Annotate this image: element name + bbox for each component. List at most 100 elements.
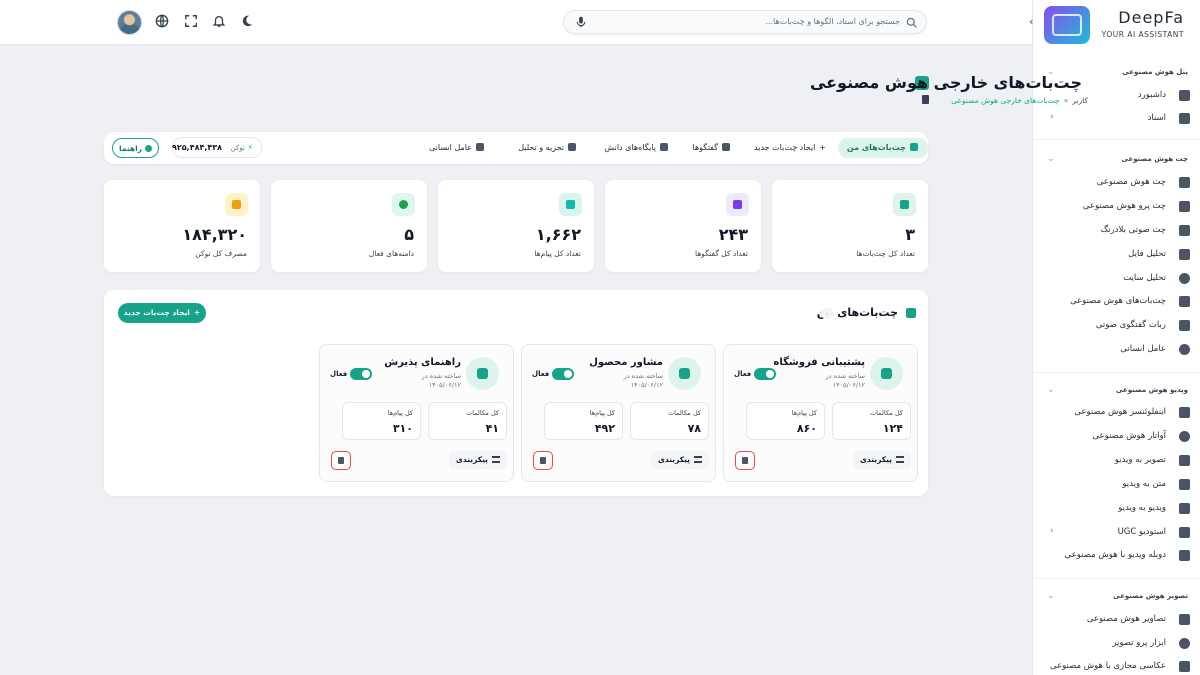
sidebar-item-label: ابزار پرو تصویر xyxy=(1112,638,1166,648)
breadcrumb: کاربر»چت‌بات‌های خارجی هوش مصنوعی xyxy=(951,96,1088,105)
metric-conversations: کل مکالمات ۷۸ xyxy=(630,402,709,440)
studio-icon xyxy=(1179,527,1190,538)
sidebar-item-label: تحلیل سایت xyxy=(1123,273,1166,283)
status-toggle[interactable] xyxy=(350,368,372,380)
tab-create-chatbot[interactable]: +ایجاد چت‌بات جدید xyxy=(754,138,826,158)
my-chatbots-panel: چت‌بات‌های من ۰ +ایجاد چت‌بات جدید پشتیب… xyxy=(104,290,928,496)
user-icon xyxy=(922,95,929,104)
search-input[interactable]: جستجو برای اسناد، الگوها و چت‌بات‌ها... xyxy=(765,17,900,26)
globe-icon[interactable] xyxy=(155,14,169,28)
stat-value: ۵ xyxy=(404,225,414,244)
created-label: ساخته شده در xyxy=(825,372,865,380)
sidebar-item-label: آواتار هوش مصنوعی xyxy=(1092,431,1166,441)
sidebar-item-ai-chat-pro[interactable]: چت پرو هوش مصنوعی xyxy=(1033,196,1200,218)
tab-my-chatbots[interactable]: چت‌بات‌های من xyxy=(838,138,928,158)
delete-button[interactable] xyxy=(533,451,553,470)
configure-button[interactable]: پیکربندی xyxy=(853,451,911,469)
robot-icon xyxy=(1179,296,1190,307)
tab-analytics[interactable]: تجزیه و تحلیل xyxy=(518,138,576,158)
sidebar-item-text-to-video[interactable]: متن به ویدیو xyxy=(1033,474,1200,496)
breadcrumb-current: چت‌بات‌های خارجی هوش مصنوعی xyxy=(951,96,1060,105)
sidebar-item-documents[interactable]: › اسناد xyxy=(1033,108,1200,130)
help-icon xyxy=(145,145,152,152)
created-date: ۱۴۰۵/۰۶/۱۲ xyxy=(832,381,865,389)
bell-icon[interactable] xyxy=(212,14,226,28)
chevron-down-icon[interactable]: ⌄ xyxy=(1047,154,1055,164)
message-icon xyxy=(559,193,582,216)
status-toggle[interactable] xyxy=(552,368,574,380)
configure-button[interactable]: پیکربندی xyxy=(449,451,507,469)
dashboard-icon xyxy=(1179,90,1190,101)
configure-button[interactable]: پیکربندی xyxy=(651,451,709,469)
sidebar-item-ai-influencer[interactable]: اینفلوئنسر هوش مصنوعی xyxy=(1033,402,1200,424)
video-icon xyxy=(1179,407,1190,418)
sidebar-item-human-agent[interactable]: عامل انسانی xyxy=(1033,339,1200,361)
sidebar-item-pro-image-tool[interactable]: ابزار پرو تصویر xyxy=(1033,633,1200,655)
sidebar-item-label: تحلیل فایل xyxy=(1128,249,1166,259)
chatbot-name: پشتیبانی فروشگاه xyxy=(773,357,865,368)
sidebar-item-image-to-video[interactable]: تصویر به ویدیو xyxy=(1033,450,1200,472)
sidebar-item-label: اسناد xyxy=(1147,113,1166,123)
chatbot-name: مشاور محصول xyxy=(589,357,663,368)
brand-name: DeepFa xyxy=(1118,8,1184,27)
sidebar-item-label: تصویر به ویدیو xyxy=(1114,455,1166,465)
chevron-down-icon[interactable]: ⌄ xyxy=(1047,591,1055,601)
sidebar-item-file-analysis[interactable]: تحلیل فایل xyxy=(1033,244,1200,266)
sidebar-item-virtual-photography[interactable]: عکاسی مجازی با هوش مصنوعی xyxy=(1033,656,1200,675)
chevron-left-icon: › xyxy=(1050,526,1054,536)
sidebar-item-label: عامل انسانی xyxy=(1120,344,1166,354)
stat-card-active-domains: ۵ دامنه‌های فعال xyxy=(271,180,427,272)
breadcrumb-user[interactable]: کاربر xyxy=(1072,96,1088,105)
sidebar-item-voice-bot[interactable]: ربات گفتگوی صوتی xyxy=(1033,315,1200,337)
sidebar-item-site-analysis[interactable]: تحلیل سایت xyxy=(1033,268,1200,290)
sidebar-item-video-dubbing[interactable]: دوبله ویدیو با هوش مصنوعی xyxy=(1033,545,1200,567)
moon-icon[interactable] xyxy=(240,14,254,28)
sidebar-item-ai-avatar[interactable]: آواتار هوش مصنوعی xyxy=(1033,426,1200,448)
created-date: ۱۴۰۵/۰۶/۱۲ xyxy=(630,381,663,389)
bolt-icon xyxy=(225,193,248,216)
sidebar-item-realtime-voice[interactable]: چت صوتی بلادرنگ xyxy=(1033,220,1200,242)
sidebar-item-ai-images[interactable]: تصاویر هوش مصنوعی xyxy=(1033,609,1200,631)
robot-icon xyxy=(466,357,499,390)
sidebar-section-title: ویدیو هوش مصنوعی xyxy=(1115,386,1188,394)
sidebar-item-label: چت‌بات‌های هوش مصنوعی xyxy=(1070,296,1166,306)
video-video-icon xyxy=(1179,503,1190,514)
stat-value: ۳ xyxy=(905,225,915,244)
sidebar-item-ai-chat[interactable]: چت هوش مصنوعی xyxy=(1033,172,1200,194)
guide-button[interactable]: راهنما xyxy=(112,138,159,158)
top-bar: جستجو برای اسناد، الگوها و چت‌بات‌ها... xyxy=(0,0,1032,45)
metric-messages: کل پیام‌ها ۸۶۰ xyxy=(746,402,825,440)
robot-icon xyxy=(910,143,918,151)
waveform-icon xyxy=(1179,225,1190,236)
sidebar-item-ugc-studio[interactable]: › استودیو UGC xyxy=(1033,522,1200,544)
tab-knowledge-bases[interactable]: پایگاه‌های دانش xyxy=(604,138,668,158)
tab-conversations[interactable]: گفتگوها xyxy=(693,138,730,158)
delete-button[interactable] xyxy=(331,451,351,470)
headset-icon xyxy=(476,143,484,151)
sidebar-item-label: استودیو UGC xyxy=(1117,527,1166,537)
user-avatar[interactable] xyxy=(117,10,142,35)
sliders-icon xyxy=(492,456,500,463)
chevron-down-icon[interactable]: ⌄ xyxy=(1047,385,1055,395)
sidebar-item-video-to-video[interactable]: ویدیو به ویدیو xyxy=(1033,498,1200,520)
stat-label: تعداد کل پیام‌ها xyxy=(534,249,581,258)
globe-icon xyxy=(392,193,415,216)
chat-pro-icon xyxy=(1179,201,1190,212)
image-icon xyxy=(1179,614,1190,625)
fullscreen-icon[interactable] xyxy=(184,14,198,28)
chatbot-card: مشاور محصول ساخته شده در ۱۴۰۵/۰۶/۱۲ فعال… xyxy=(521,344,716,482)
tab-human-agent[interactable]: عامل انسانی xyxy=(429,138,484,158)
status-toggle[interactable] xyxy=(754,368,776,380)
sidebar-item-label: ربات گفتگوی صوتی xyxy=(1095,320,1166,330)
folder-icon xyxy=(1179,113,1190,124)
create-chatbot-button[interactable]: +ایجاد چت‌بات جدید xyxy=(118,303,206,323)
delete-button[interactable] xyxy=(735,451,755,470)
search-bar[interactable]: جستجو برای اسناد، الگوها و چت‌بات‌ها... xyxy=(563,10,927,34)
token-balance: ⚡ توکن ۹۲۵,۴۸۴,۴۳۸ xyxy=(172,137,262,158)
sidebar-collapse-icon[interactable]: ‹ xyxy=(1029,15,1039,29)
sidebar-item-label: چت پرو هوش مصنوعی xyxy=(1082,201,1166,211)
created-date: ۱۴۰۵/۰۶/۱۲ xyxy=(428,381,461,389)
mic-icon[interactable] xyxy=(575,16,587,28)
sidebar-item-ai-chatbots[interactable]: چت‌بات‌های هوش مصنوعی xyxy=(1033,291,1200,313)
robot-icon xyxy=(893,193,916,216)
